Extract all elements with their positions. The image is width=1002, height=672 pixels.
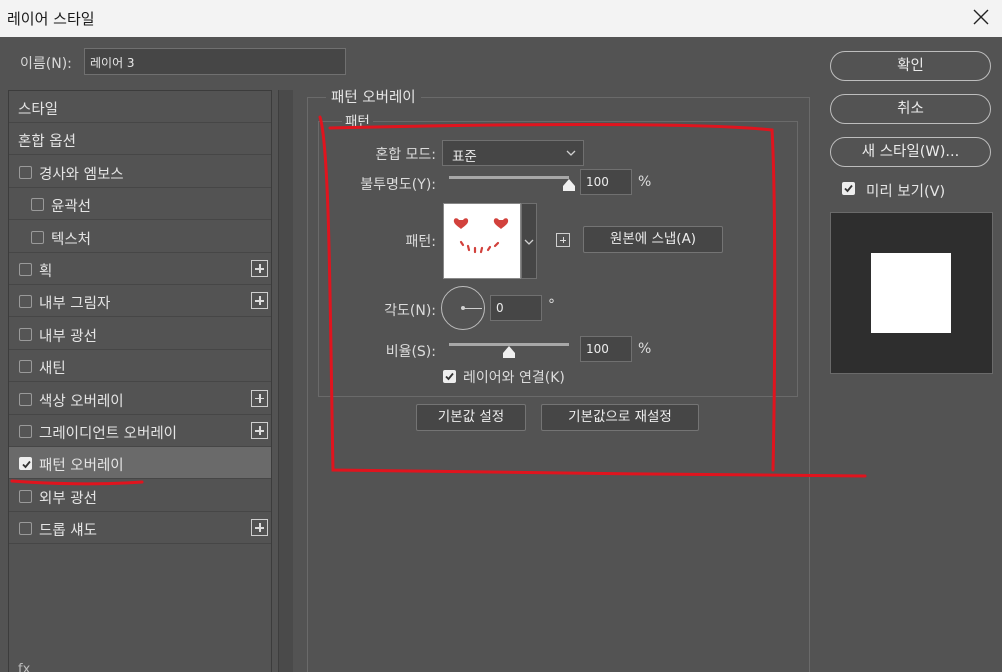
style-list-label: 내부 광선 — [39, 328, 97, 345]
pattern-swatch[interactable] — [443, 203, 521, 279]
list-scrollbar[interactable] — [278, 90, 293, 672]
style-checkbox[interactable] — [31, 198, 44, 212]
style-checkbox[interactable] — [19, 165, 32, 179]
style-preview — [830, 212, 993, 374]
style-checkbox[interactable] — [19, 360, 32, 374]
style-checkbox[interactable] — [19, 327, 32, 341]
style-list-item[interactable]: 획 — [9, 253, 271, 285]
style-list-item[interactable]: 드롭 섀도 — [9, 512, 271, 545]
style-list-label: 스타일 — [18, 102, 59, 118]
layer-name-input[interactable]: 레이어 3 — [84, 48, 346, 75]
scale-label: 비율(S): — [385, 344, 436, 360]
scale-slider-thumb[interactable] — [503, 346, 515, 358]
blend-mode-label: 혼합 모드: — [375, 147, 436, 163]
opacity-slider-thumb[interactable] — [563, 179, 575, 191]
cancel-button[interactable]: 취소 — [830, 94, 991, 124]
close-icon[interactable] — [972, 8, 990, 26]
link-with-layer-checkbox[interactable] — [443, 370, 456, 383]
style-list-item[interactable]: 텍스처 — [9, 221, 271, 253]
opacity-slider[interactable] — [449, 176, 569, 179]
new-preset-icon[interactable] — [556, 233, 570, 247]
pattern-picker-dropdown[interactable] — [521, 203, 537, 279]
window-title: 레이어 스타일 — [7, 10, 95, 28]
style-checkbox[interactable] — [19, 489, 32, 503]
angle-unit: ° — [548, 297, 555, 313]
link-with-layer-label: 레이어와 연결(K) — [463, 370, 565, 386]
style-checkbox[interactable] — [19, 425, 32, 438]
add-effect-icon[interactable] — [251, 292, 268, 310]
name-label: 이름(N): — [20, 56, 72, 72]
preview-swatch — [871, 253, 951, 333]
snap-to-origin-button[interactable]: 원본에 스냅(A) — [583, 226, 723, 253]
title-bar: 레이어 스타일 — [0, 0, 1002, 37]
style-list-label: 혼합 옵션 — [18, 134, 76, 151]
preview-checkbox[interactable] — [842, 182, 855, 195]
style-list-label: 내부 그림자 — [39, 296, 111, 313]
style-checkbox[interactable] — [19, 295, 32, 309]
style-list-item[interactable]: 윤곽선 — [9, 188, 271, 221]
ok-button[interactable]: 확인 — [830, 51, 991, 81]
style-checkbox[interactable] — [19, 522, 32, 536]
checkmark-icon — [22, 461, 31, 469]
scale-input[interactable]: 100 — [580, 336, 632, 362]
checkmark-icon — [844, 184, 853, 193]
style-list-item[interactable]: 경사와 엠보스 — [9, 156, 271, 188]
angle-dial-center — [461, 306, 465, 310]
style-list-item[interactable]: 새틴 — [9, 350, 271, 383]
style-checkbox[interactable] — [19, 392, 32, 406]
style-list-label: 색상 오버레이 — [39, 393, 124, 410]
style-list-label: 패턴 오버레이 — [39, 458, 124, 475]
style-list-label: 텍스처 — [51, 231, 92, 248]
section-title: 패턴 — [342, 110, 373, 130]
style-list-label: 그레이디언트 오버레이 — [39, 426, 178, 442]
opacity-label: 불투명도(Y): — [360, 177, 436, 193]
style-list-item[interactable]: 내부 광선 — [9, 318, 271, 350]
style-list-label: 획 — [39, 264, 53, 280]
style-list-item[interactable]: 스타일 — [9, 91, 271, 123]
fx-icon[interactable]: fx — [18, 662, 30, 672]
make-default-button[interactable]: 기본값 설정 — [416, 404, 526, 431]
style-list-item[interactable]: 외부 광선 — [9, 480, 271, 512]
add-effect-icon[interactable] — [251, 422, 268, 439]
style-list-item[interactable]: 그레이디언트 오버레이 — [9, 415, 271, 447]
reset-to-default-button[interactable]: 기본값으로 재설정 — [541, 404, 699, 431]
style-list-label: 새틴 — [39, 361, 66, 378]
style-list-item[interactable]: 패턴 오버레이 — [9, 447, 271, 480]
preview-label: 미리 보기(V) — [866, 184, 946, 200]
blend-mode-value: 표준 — [452, 149, 477, 165]
style-checkbox[interactable] — [31, 230, 44, 244]
style-list-label: 드롭 섀도 — [39, 523, 97, 540]
style-checkbox[interactable] — [19, 457, 32, 471]
angle-dial-hand — [463, 307, 482, 309]
opacity-unit: % — [638, 174, 652, 190]
opacity-input[interactable]: 100 — [580, 169, 632, 195]
angle-dial[interactable] — [441, 286, 485, 330]
blend-mode-select[interactable]: 표준 — [442, 140, 584, 166]
style-list-item[interactable]: 내부 그림자 — [9, 285, 271, 318]
panel-title: 패턴 오버레이 — [326, 86, 421, 107]
chevron-down-icon — [566, 150, 576, 156]
style-list-label: 윤곽선 — [51, 199, 92, 216]
add-effect-icon[interactable] — [251, 260, 268, 277]
style-list-label: 경사와 엠보스 — [39, 166, 124, 183]
add-effect-icon[interactable] — [251, 389, 268, 407]
angle-input[interactable]: 0 — [490, 295, 542, 321]
angle-label: 각도(N): — [384, 303, 436, 319]
checkmark-icon — [445, 372, 454, 381]
style-list-item[interactable]: 혼합 옵션 — [9, 123, 271, 156]
new-style-button[interactable]: 새 스타일(W)... — [830, 137, 991, 167]
style-list-label: 외부 광선 — [39, 490, 97, 507]
add-effect-icon[interactable] — [251, 519, 268, 537]
pattern-thumbnail-image — [453, 218, 509, 254]
pattern-label: 패턴: — [405, 234, 436, 250]
style-list: 스타일혼합 옵션경사와 엠보스윤곽선텍스처획내부 그림자내부 광선새틴색상 오버… — [8, 90, 272, 672]
chevron-down-icon — [524, 239, 534, 245]
scale-unit: % — [638, 341, 652, 357]
style-checkbox[interactable] — [19, 263, 32, 276]
style-list-item[interactable]: 색상 오버레이 — [9, 383, 271, 415]
